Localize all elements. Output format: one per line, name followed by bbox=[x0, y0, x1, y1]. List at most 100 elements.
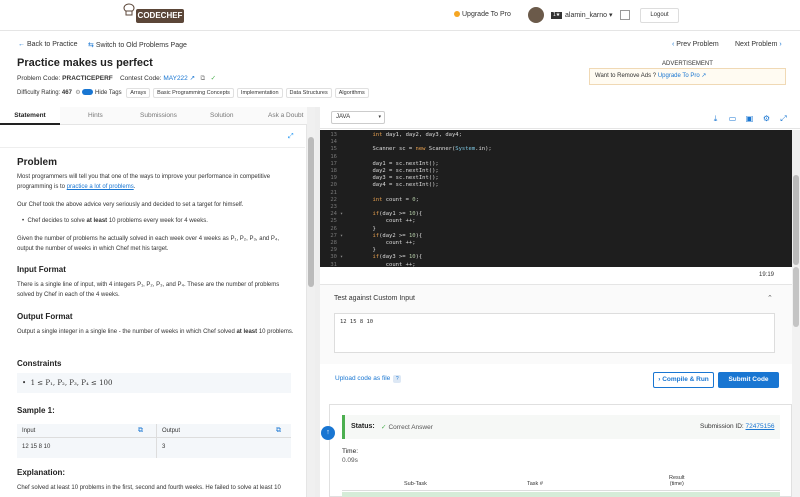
statement-paragraph: Given the number of problems he actually… bbox=[17, 236, 280, 252]
statement-paragraph: Our Chef took the above advice very seri… bbox=[17, 202, 244, 208]
copy-icon[interactable]: ⧉ bbox=[138, 427, 143, 435]
page-title: Practice makes us perfect bbox=[17, 57, 153, 69]
codechef-logo[interactable]: CODECHEF bbox=[136, 9, 184, 23]
explanation-text: Chef solved at least 10 problems in the … bbox=[17, 485, 281, 491]
ad-label: ADVERTISEMENT bbox=[662, 61, 713, 67]
expand-icon[interactable]: ⤢ bbox=[779, 114, 788, 123]
upgrade-pro-link[interactable]: Upgrade To Pro bbox=[454, 11, 511, 18]
tag-arrays[interactable]: Arrays bbox=[126, 88, 151, 98]
scrollbar-thumb[interactable] bbox=[308, 137, 314, 287]
upload-label: Upload code as file bbox=[335, 375, 391, 382]
code-line[interactable]: int day1, day2, day3, day4; bbox=[346, 132, 462, 138]
upgrade-pro-ad-link[interactable]: Upgrade To Pro bbox=[658, 73, 700, 79]
problem-heading: Problem bbox=[17, 157, 58, 168]
copy-icon[interactable]: ⧉ bbox=[200, 75, 205, 82]
line-number: 24 bbox=[330, 211, 337, 218]
chevron-up-icon[interactable]: ⌃ bbox=[767, 294, 773, 302]
output-bold: at least bbox=[236, 329, 258, 335]
hide-tags-toggle[interactable] bbox=[82, 89, 94, 95]
statement-scrollbar[interactable] bbox=[307, 107, 315, 497]
line-number: 22 bbox=[330, 196, 337, 203]
scrollbar-thumb[interactable] bbox=[793, 267, 799, 327]
next-label: Next Problem bbox=[735, 41, 778, 48]
notifications-icon[interactable] bbox=[620, 10, 630, 20]
tag-algorithms[interactable]: Algorithms bbox=[334, 88, 369, 98]
scrollbar-thumb[interactable] bbox=[793, 175, 799, 265]
code-line[interactable]: day1 = sc.nextInt(); bbox=[346, 161, 438, 167]
line-number: 30 bbox=[330, 254, 337, 261]
logout-button[interactable]: Logout bbox=[640, 8, 679, 23]
tab-statement[interactable]: Statement bbox=[0, 107, 60, 125]
code-line[interactable]: count ++; bbox=[346, 218, 416, 224]
fold-icon[interactable]: ▾ bbox=[340, 254, 343, 260]
next-problem-link[interactable]: Next Problem › bbox=[735, 41, 782, 48]
code-editor[interactable]: 13 14 15 16 17 18 19 20 21 22 23 24 ▾ 25 26 27 ▾ 28 29 30 ▾ 3… bbox=[320, 130, 792, 267]
code-line[interactable]: day4 = sc.nextInt(); bbox=[346, 182, 438, 188]
practice-link[interactable]: practice a lot of problems bbox=[67, 184, 134, 190]
back-to-practice-link[interactable]: ← Back to Practice bbox=[18, 41, 78, 48]
code-line[interactable]: count ++; bbox=[346, 240, 416, 246]
output-format-heading: Output Format bbox=[17, 312, 73, 321]
switch-label: Switch to Old Problems Page bbox=[95, 42, 187, 49]
bullet-text-end: 10 problems every week for 4 weeks. bbox=[107, 218, 208, 224]
switch-old-page-link[interactable]: ⇆ Switch to Old Problems Page bbox=[88, 41, 187, 49]
comment-icon[interactable]: ▭ bbox=[728, 114, 737, 123]
custom-input-textarea[interactable]: 12 15 8 10 bbox=[334, 313, 775, 353]
code-line[interactable]: int count = 0; bbox=[346, 197, 419, 203]
page-scrollbar[interactable] bbox=[792, 267, 800, 497]
contest-code-link[interactable]: MAY222 bbox=[163, 75, 187, 82]
language-select[interactable]: JAVA ▾ bbox=[331, 111, 385, 124]
language-value: JAVA bbox=[336, 114, 351, 120]
avatar[interactable] bbox=[528, 7, 544, 23]
line-number: 25 bbox=[330, 218, 337, 225]
line-number: 26 bbox=[330, 225, 337, 232]
tag-implementation[interactable]: Implementation bbox=[236, 88, 283, 98]
status-value: ✓ Correct Answer bbox=[381, 423, 433, 431]
settings-icon[interactable]: ⚙ bbox=[75, 90, 80, 96]
submission-id: Submission ID: 72475156 bbox=[700, 423, 774, 430]
code-line[interactable]: } bbox=[346, 226, 375, 232]
submission-id-link[interactable]: 72475156 bbox=[746, 423, 775, 430]
copy-icon[interactable]: ⧉ bbox=[276, 427, 281, 435]
code-line[interactable]: if(day1 >= 10){ bbox=[346, 211, 423, 217]
input-format-text: There is a single line of input, with 4 … bbox=[17, 282, 280, 298]
result-table-header: Sub-Task Task # Result (time) bbox=[342, 473, 780, 491]
prev-problem-link[interactable]: ‹ Prev Problem bbox=[672, 41, 719, 48]
tag-basic-programming[interactable]: Basic Programming Concepts bbox=[153, 88, 234, 98]
prev-label: Prev Problem bbox=[676, 41, 719, 48]
code-line[interactable]: if(day2 >= 10){ bbox=[346, 233, 423, 239]
external-link-icon[interactable]: ↗ bbox=[190, 75, 195, 82]
code-line[interactable]: Scanner sc = new Scanner(System.in); bbox=[346, 146, 491, 152]
code-line[interactable]: count ++; bbox=[346, 262, 416, 267]
save-icon[interactable]: ▣ bbox=[745, 114, 754, 123]
download-icon[interactable]: ⤓ bbox=[711, 114, 720, 123]
scroll-top-button[interactable]: ↑ bbox=[321, 426, 335, 440]
remove-ads-banner: Want to Remove Ads ? Upgrade To Pro ↗ bbox=[589, 68, 786, 85]
code-line[interactable]: day3 = sc.nextInt(); bbox=[346, 175, 438, 181]
upload-code-link[interactable]: Upload code as file? bbox=[335, 375, 402, 383]
sample-input-label: Input bbox=[22, 428, 36, 434]
code-line[interactable]: if(day3 >= 10){ bbox=[346, 254, 423, 260]
fold-icon[interactable]: ▾ bbox=[340, 233, 343, 239]
code-line[interactable]: day2 = sc.nextInt(); bbox=[346, 168, 438, 174]
username-dropdown[interactable]: alamin_karno ▾ bbox=[565, 11, 613, 19]
submit-code-button[interactable]: Submit Code bbox=[718, 372, 779, 388]
tag-data-structures[interactable]: Data Structures bbox=[285, 88, 332, 98]
compile-run-button[interactable]: › Compile & Run bbox=[653, 372, 714, 388]
gear-icon[interactable]: ⚙ bbox=[762, 114, 771, 123]
tab-ask-doubt[interactable]: Ask a Doubt bbox=[268, 107, 303, 125]
sample-box: Input ⧉ Output ⧉ 12 15 8 10 3 bbox=[17, 424, 291, 458]
expand-icon[interactable]: ⤢ bbox=[288, 133, 294, 141]
time-label: Time: bbox=[342, 448, 359, 455]
tab-solution[interactable]: Solution bbox=[210, 107, 234, 125]
tab-submissions[interactable]: Submissions bbox=[140, 107, 177, 125]
hide-tags-label: Hide Tags bbox=[95, 90, 122, 96]
code-line[interactable]: } bbox=[346, 247, 375, 253]
tab-hints[interactable]: Hints bbox=[88, 107, 103, 125]
statement-paragraph: Most programmers will tell you that one … bbox=[17, 172, 297, 192]
custom-input-title[interactable]: Test against Custom Input bbox=[334, 295, 415, 302]
editor-scrollbar[interactable] bbox=[792, 130, 800, 267]
sample-output-value: 3 bbox=[162, 444, 166, 450]
fold-icon[interactable]: ▾ bbox=[340, 211, 343, 217]
help-icon[interactable]: ? bbox=[393, 375, 402, 383]
